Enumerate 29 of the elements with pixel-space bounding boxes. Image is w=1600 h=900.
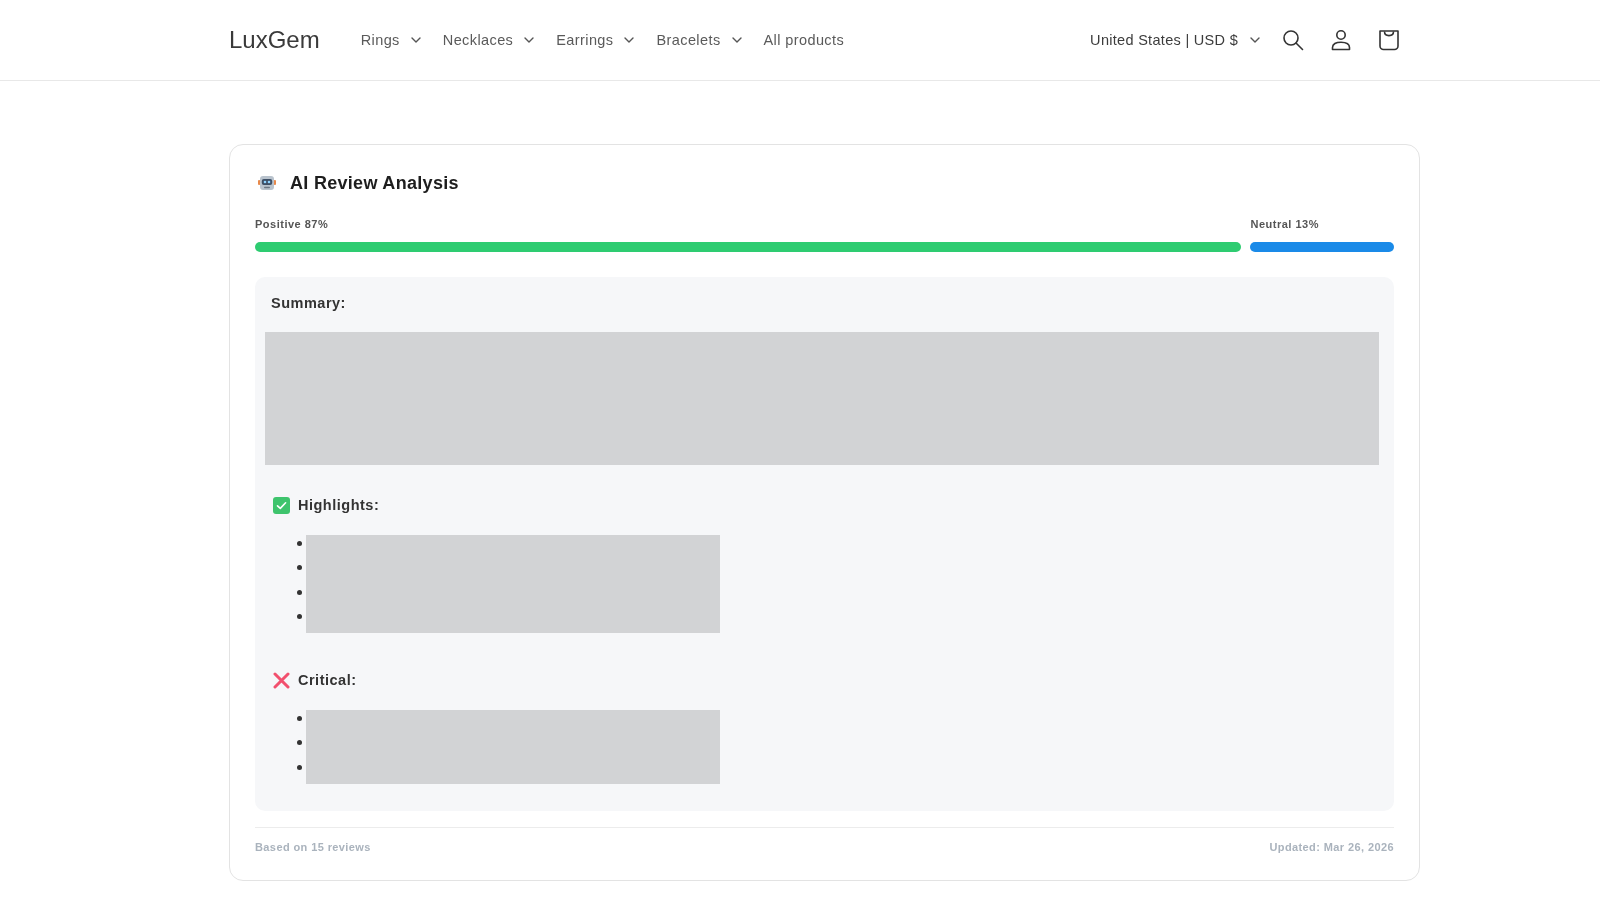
section-heading: Highlights: xyxy=(298,496,380,514)
robot-icon xyxy=(258,174,276,192)
nav-link[interactable]: Rings xyxy=(360,28,421,52)
card-title: AI Review Analysis xyxy=(290,172,459,194)
sentiment-label: Positive 87% xyxy=(255,217,329,231)
bullet-icon xyxy=(297,614,302,620)
bullet-icon xyxy=(297,740,302,746)
country-currency-selector[interactable]: United States | USD $ xyxy=(1090,28,1260,52)
nav-link[interactable]: Earrings xyxy=(556,28,635,52)
store-logo[interactable]: LuxGem xyxy=(229,28,320,52)
nav-link[interactable]: Bracelets xyxy=(656,28,742,52)
section-heading: Critical: xyxy=(298,671,357,689)
cross-icon xyxy=(273,671,290,689)
nav-link[interactable]: All products xyxy=(763,28,845,52)
search-icon xyxy=(1282,29,1304,51)
bullet-icon xyxy=(297,764,302,770)
section-heading: Summary: xyxy=(271,294,346,312)
bag-icon xyxy=(1378,29,1400,51)
bullet-icon xyxy=(297,540,302,546)
bullet-icon xyxy=(297,715,302,721)
bullet-icon xyxy=(297,565,302,571)
bullet-icon xyxy=(297,589,302,595)
checkbox-tick-icon xyxy=(273,496,290,514)
person-icon xyxy=(1330,29,1352,51)
review-count: Based on 15 reviews xyxy=(255,840,371,854)
updated-date: Updated: Mar 26, 2026 xyxy=(1269,840,1394,854)
sentiment-label: Neutral 13% xyxy=(1250,217,1319,231)
nav-link[interactable]: Necklaces xyxy=(442,28,535,52)
caret-icon xyxy=(1250,37,1260,43)
